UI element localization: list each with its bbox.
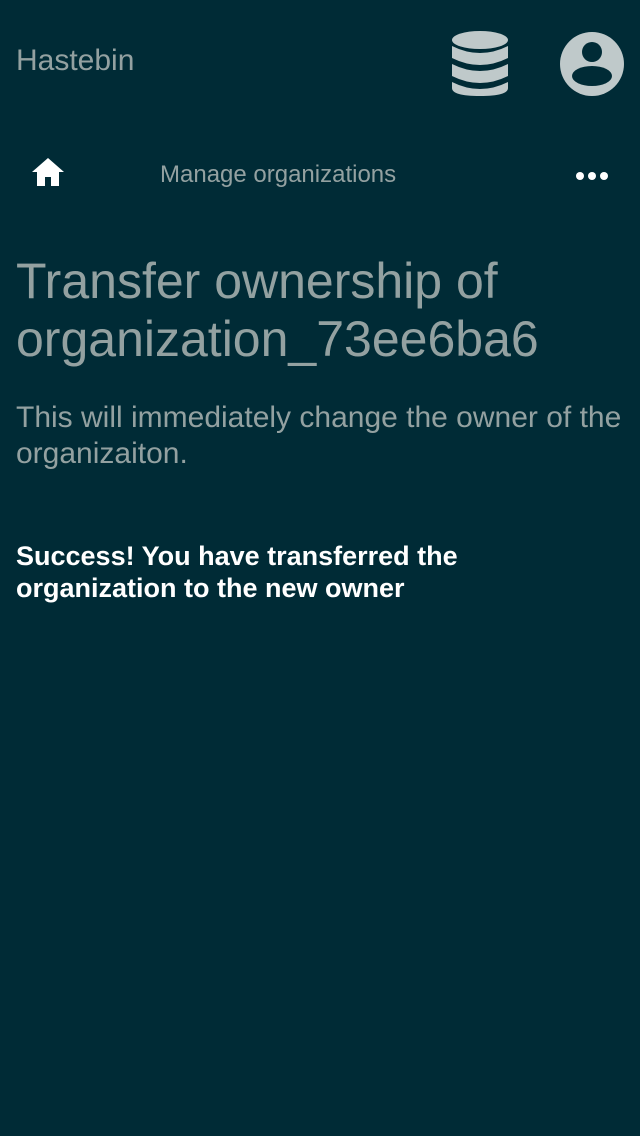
success-message: Success! You have transferred the organi… xyxy=(16,541,458,603)
home-button[interactable] xyxy=(26,154,70,194)
more-options-button[interactable] xyxy=(568,158,616,194)
user-account-button[interactable] xyxy=(558,30,626,98)
more-horizontal-icon xyxy=(576,172,608,180)
home-icon xyxy=(32,158,64,186)
page-title: Transfer ownership of organization_73ee6… xyxy=(16,253,539,367)
main-content: Transfer ownership of organization_73ee6… xyxy=(16,252,624,604)
user-account-icon xyxy=(560,32,624,96)
database-icon xyxy=(452,31,508,96)
nav-bar: Manage organizations xyxy=(0,140,640,210)
page-description: This will immediately change the owner o… xyxy=(16,401,622,470)
top-bar: Hastebin xyxy=(0,0,640,124)
database-button[interactable] xyxy=(448,30,512,98)
manage-organizations-link[interactable]: Manage organizations xyxy=(160,160,396,190)
app-title-link[interactable]: Hastebin xyxy=(16,42,134,80)
